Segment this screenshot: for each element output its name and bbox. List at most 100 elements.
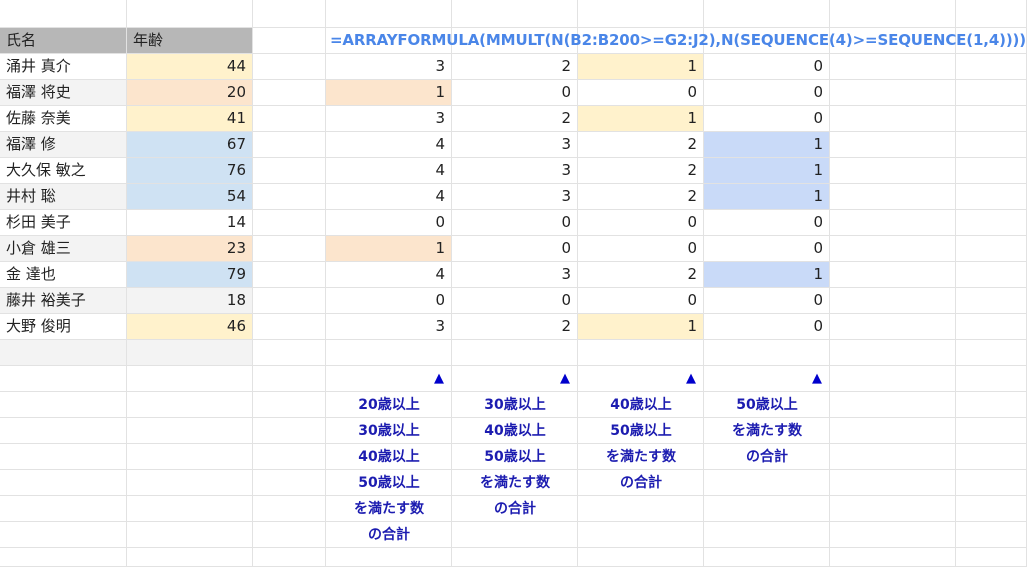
grid-cell[interactable] [830, 366, 956, 392]
header-name-cell[interactable]: 氏名 [0, 28, 127, 54]
grid-cell[interactable] [956, 80, 1027, 106]
grid-cell[interactable] [956, 470, 1027, 496]
grid-cell[interactable] [830, 340, 956, 366]
count-cell[interactable]: 1 [704, 262, 830, 288]
name-cell[interactable]: 杉田 美子 [0, 210, 127, 236]
grid-cell[interactable] [127, 0, 253, 28]
grid-cell[interactable] [830, 236, 956, 262]
grid-cell[interactable] [956, 262, 1027, 288]
count-cell[interactable]: 0 [578, 288, 704, 314]
age-cell[interactable]: 41 [127, 106, 253, 132]
count-cell[interactable]: 0 [704, 54, 830, 80]
count-cell[interactable]: 0 [578, 210, 704, 236]
grid-cell[interactable] [704, 470, 830, 496]
grid-cell[interactable] [326, 340, 452, 366]
count-cell[interactable]: 0 [704, 80, 830, 106]
count-cell[interactable]: 3 [452, 158, 578, 184]
count-cell[interactable]: 2 [578, 132, 704, 158]
grid-cell[interactable] [830, 496, 956, 522]
count-cell[interactable]: 3 [326, 54, 452, 80]
grid-cell[interactable] [452, 0, 578, 28]
grid-cell[interactable] [956, 54, 1027, 80]
grid-cell[interactable] [253, 314, 326, 340]
count-cell[interactable]: 0 [578, 80, 704, 106]
grid-cell[interactable] [956, 548, 1027, 567]
grid-cell[interactable] [253, 366, 326, 392]
header-age-cell[interactable]: 年齢 [127, 28, 253, 54]
name-cell[interactable]: 大野 俊明 [0, 314, 127, 340]
grid-cell[interactable] [578, 496, 704, 522]
age-cell[interactable]: 79 [127, 262, 253, 288]
count-cell[interactable]: 0 [704, 210, 830, 236]
grid-cell[interactable] [578, 548, 704, 567]
grid-cell[interactable] [830, 184, 956, 210]
grid-cell[interactable] [956, 158, 1027, 184]
age-cell[interactable]: 67 [127, 132, 253, 158]
grid-cell[interactable] [0, 0, 127, 28]
grid-cell[interactable] [956, 184, 1027, 210]
grid-cell[interactable] [253, 158, 326, 184]
count-cell[interactable]: 4 [326, 158, 452, 184]
count-cell[interactable]: 0 [326, 210, 452, 236]
grid-cell[interactable] [956, 340, 1027, 366]
count-cell[interactable]: 0 [452, 210, 578, 236]
grid-cell[interactable] [253, 288, 326, 314]
age-cell[interactable]: 14 [127, 210, 253, 236]
grid-cell[interactable] [127, 470, 253, 496]
count-cell[interactable]: 1 [704, 158, 830, 184]
grid-cell[interactable] [956, 0, 1027, 28]
grid-cell[interactable] [0, 548, 127, 567]
grid-cell[interactable] [0, 496, 127, 522]
name-cell[interactable]: 涌井 真介 [0, 54, 127, 80]
grid-cell[interactable] [127, 366, 253, 392]
name-cell[interactable]: 藤井 裕美子 [0, 288, 127, 314]
count-cell[interactable]: 4 [326, 184, 452, 210]
grid-cell[interactable] [956, 236, 1027, 262]
age-cell[interactable]: 44 [127, 54, 253, 80]
grid-cell[interactable] [0, 522, 127, 548]
grid-cell[interactable] [253, 262, 326, 288]
grid-cell[interactable] [830, 418, 956, 444]
age-cell[interactable]: 54 [127, 184, 253, 210]
spreadsheet-grid[interactable]: 氏名 年齢 涌井 真介 44 3 2 1 0 福澤 将史 20 1 0 0 0 佐藤 奈美 41 3 2 1 0 福澤 … [0, 0, 1027, 567]
grid-cell[interactable] [253, 392, 326, 418]
grid-cell[interactable] [253, 548, 326, 567]
grid-cell[interactable] [127, 340, 253, 366]
grid-cell[interactable] [127, 522, 253, 548]
grid-cell[interactable] [0, 392, 127, 418]
grid-cell[interactable] [956, 288, 1027, 314]
grid-cell[interactable] [253, 418, 326, 444]
grid-cell[interactable] [0, 444, 127, 470]
grid-cell[interactable] [127, 444, 253, 470]
grid-cell[interactable] [253, 106, 326, 132]
grid-cell[interactable] [253, 80, 326, 106]
grid-cell[interactable] [830, 288, 956, 314]
grid-cell[interactable] [830, 314, 956, 340]
grid-cell[interactable] [127, 418, 253, 444]
grid-cell[interactable] [253, 184, 326, 210]
count-cell[interactable]: 3 [452, 132, 578, 158]
grid-cell[interactable] [253, 28, 326, 54]
count-cell[interactable]: 1 [326, 80, 452, 106]
age-cell[interactable]: 46 [127, 314, 253, 340]
grid-cell[interactable] [830, 522, 956, 548]
grid-cell[interactable] [127, 548, 253, 567]
count-cell[interactable]: 3 [326, 314, 452, 340]
count-cell[interactable]: 0 [704, 236, 830, 262]
grid-cell[interactable] [253, 236, 326, 262]
count-cell[interactable]: 4 [326, 132, 452, 158]
grid-cell[interactable] [253, 54, 326, 80]
name-cell[interactable]: 福澤 修 [0, 132, 127, 158]
count-cell[interactable]: 2 [452, 314, 578, 340]
grid-cell[interactable] [127, 496, 253, 522]
grid-cell[interactable] [253, 340, 326, 366]
grid-cell[interactable] [830, 106, 956, 132]
formula-text[interactable]: =ARRAYFORMULA(MMULT(N(B2:B200>=G2:J2),N(… [330, 28, 1026, 53]
count-cell[interactable]: 2 [578, 158, 704, 184]
grid-cell[interactable] [452, 522, 578, 548]
count-cell[interactable]: 3 [452, 262, 578, 288]
grid-cell[interactable] [704, 340, 830, 366]
count-cell[interactable]: 1 [704, 132, 830, 158]
count-cell[interactable]: 2 [452, 106, 578, 132]
count-cell[interactable]: 1 [326, 236, 452, 262]
